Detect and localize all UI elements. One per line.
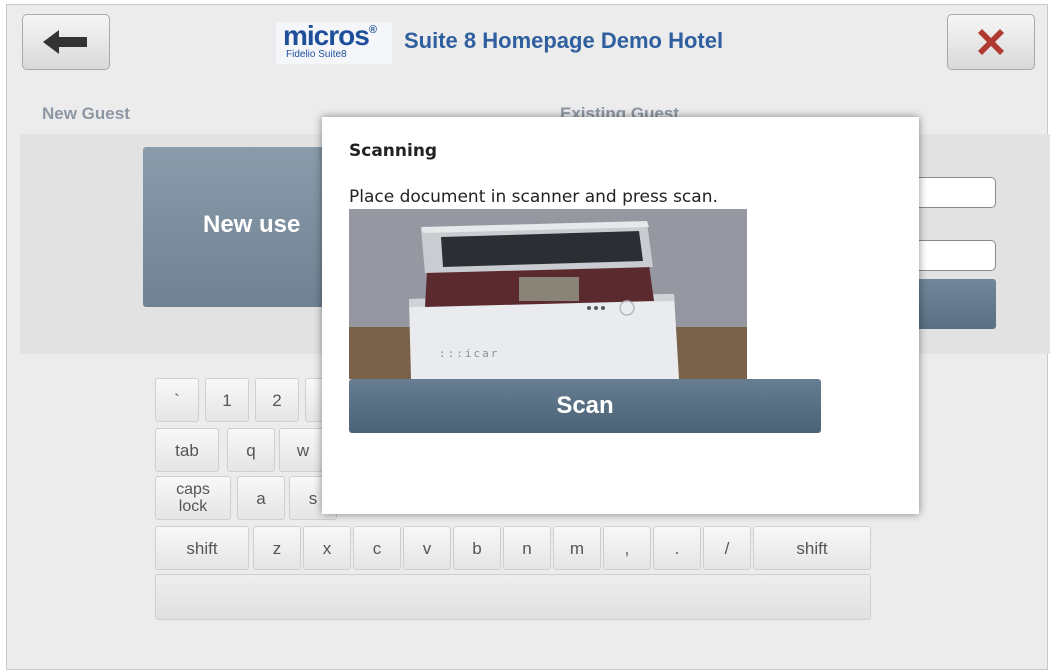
key-q[interactable]: q xyxy=(227,428,275,472)
key-n[interactable]: n xyxy=(503,526,551,570)
logo-sub-text: Fidelio Suite8 xyxy=(286,49,347,60)
close-icon xyxy=(978,29,1004,55)
page-title: Suite 8 Homepage Demo Hotel xyxy=(404,28,724,53)
key-tab[interactable]: tab xyxy=(155,428,219,472)
logo-main-text: micros® xyxy=(283,20,377,51)
key-caps-lock-label: caps lock xyxy=(176,481,210,515)
key-slash[interactable]: / xyxy=(703,526,751,570)
key-c[interactable]: c xyxy=(353,526,401,570)
new-guest-label: New Guest xyxy=(42,104,130,123)
key-shift-left[interactable]: shift xyxy=(155,526,249,570)
key-x[interactable]: x xyxy=(303,526,351,570)
key-a[interactable]: a xyxy=(237,476,285,520)
key-comma[interactable]: , xyxy=(603,526,651,570)
key-shift-right[interactable]: shift xyxy=(753,526,871,570)
scan-button[interactable]: Scan xyxy=(349,379,821,433)
arrow-left-icon xyxy=(43,30,87,54)
key-m[interactable]: m xyxy=(553,526,601,570)
key-1[interactable]: 1 xyxy=(205,378,249,422)
back-button[interactable] xyxy=(22,14,110,70)
key-b[interactable]: b xyxy=(453,526,501,570)
key-period[interactable]: . xyxy=(653,526,701,570)
key-z[interactable]: z xyxy=(253,526,301,570)
micros-logo: micros® Fidelio Suite8 xyxy=(276,20,392,64)
scanner-brand-text: :::icar xyxy=(439,347,499,360)
key-2[interactable]: 2 xyxy=(255,378,299,422)
dialog-title: Scanning xyxy=(349,141,438,161)
new-user-label: New use xyxy=(203,211,301,238)
scanning-dialog: Scanning Place document in scanner and p… xyxy=(322,117,919,514)
key-backtick[interactable]: ` xyxy=(155,378,199,422)
key-caps-lock[interactable]: caps lock xyxy=(155,476,231,520)
close-button[interactable] xyxy=(947,14,1035,70)
key-v[interactable]: v xyxy=(403,526,451,570)
dialog-message: Place document in scanner and press scan… xyxy=(349,187,718,207)
key-space[interactable] xyxy=(155,574,871,620)
scanner-image: :::icar xyxy=(349,209,747,379)
key-w[interactable]: w xyxy=(279,428,327,472)
